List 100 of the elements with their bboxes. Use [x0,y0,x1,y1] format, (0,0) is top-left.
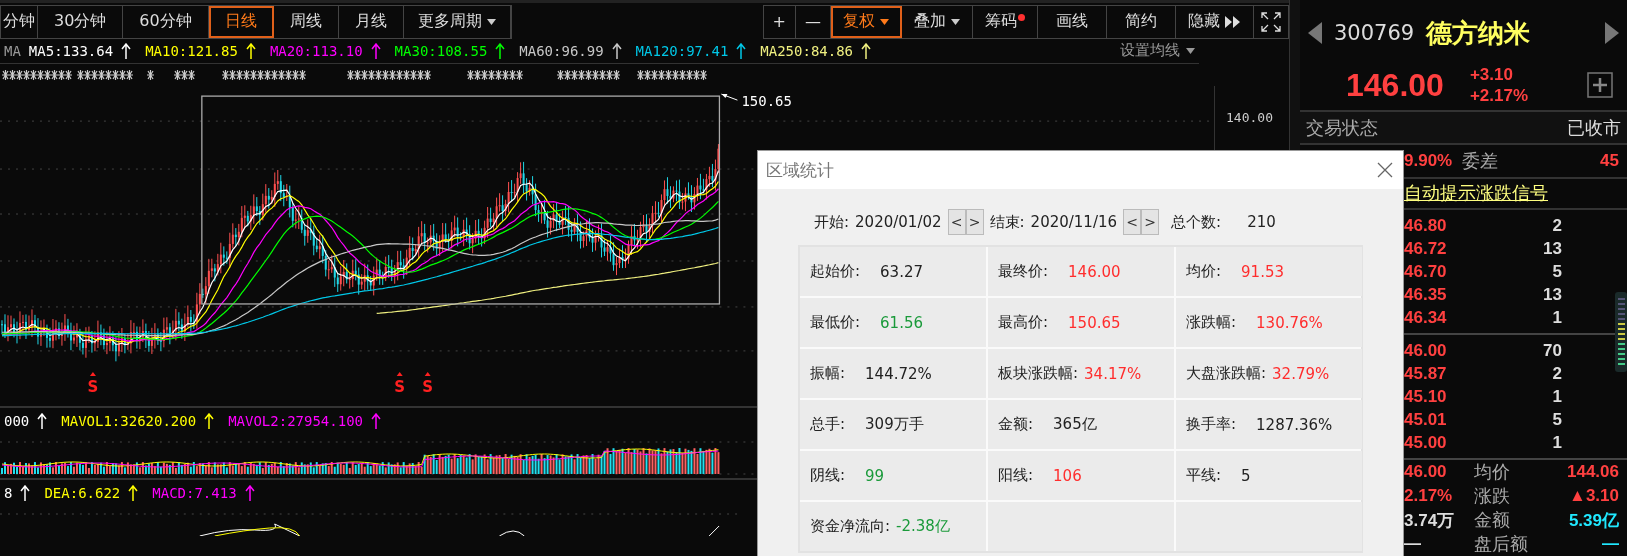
ask-volume: 2 [1552,215,1562,236]
stat-value: 365亿 [1053,415,1097,434]
quote-stat-value: 2.17% [1404,486,1454,506]
stat-value: -2.38亿 [896,517,950,536]
moving-average-value: MA5:133.64 [28,42,114,59]
indicator-name: MA [4,42,21,59]
bid-ask-diff-label: 委差 [1462,148,1499,173]
quote-stat-value: 144.06 [1567,462,1619,482]
close-icon[interactable] [1377,162,1393,178]
indicator-value: MAVOL1:32620.200 [61,413,197,429]
up-arrow-icon [371,413,381,429]
indicator-value: MAVOL2:27954.100 [228,413,363,429]
stat-label: 起始价: [810,262,861,281]
up-arrow-icon [370,42,381,59]
bid-price: 45.10 [1404,386,1447,407]
up-arrow-icon [245,42,256,59]
indicator-value: DEA:6.622 [44,485,121,501]
stat-label: 均价: [1186,262,1222,281]
up-arrow-icon [204,413,215,429]
moving-average-value: MA30:108.55 [394,42,488,59]
caret-icon [880,18,889,25]
quote-stat-label: 涨跌 [1474,484,1510,508]
up-arrow-icon [128,485,139,501]
stat-value: 5 [1241,466,1251,485]
bid-volume: 5 [1552,409,1562,430]
bid-volume: 2 [1552,363,1562,384]
stat-label: 最低价: [810,313,861,332]
moving-average-value: MA20:113.10 [269,42,363,59]
stat-label: 阳线: [998,466,1034,485]
caret-icon [951,18,960,25]
ask-volume: 5 [1552,261,1562,282]
ask-price: 46.34 [1404,307,1447,328]
bid-price: 46.00 [1404,340,1447,361]
moving-average-value: MA120:97.41 [635,42,729,59]
indicator-value: 000 [4,413,30,429]
toolbar-tab[interactable]: 复权 [831,5,902,38]
up-arrow-icon [611,42,622,59]
stat-value: 99 [865,466,885,485]
end-date: 2020/11/16 [1030,213,1118,231]
bid-volume: 70 [1543,340,1562,361]
leader-line [720,93,738,101]
stock-code: 300769 [1334,21,1415,46]
ma-settings-dropdown[interactable]: 设置均线 [1120,41,1195,60]
stat-value: 61.56 [880,313,923,332]
stat-value: 1287.36% [1256,415,1333,434]
quote-stat-label: 均价 [1474,460,1510,484]
previous-button[interactable]: < [1123,209,1142,235]
previous-button[interactable]: < [947,209,966,235]
stat-value: 309万手 [865,415,924,434]
stock-name: 德方纳米 [1426,16,1531,50]
count-value: 210 [1247,213,1276,231]
peak-price-label: 150.65 [741,93,792,110]
stat-value: 146.00 [1068,262,1121,281]
price-change-percent: +2.17% [1469,85,1528,107]
stat-value: 106 [1053,466,1082,485]
indicator-value: 8 [4,485,13,501]
stat-label: 板块涨跌幅: [998,364,1079,383]
quote-stat-value: — [1404,534,1422,554]
up-arrow-icon [20,485,31,501]
quote-stat-value: ▲3.10 [1569,486,1619,506]
stat-label: 资金净流向: [810,517,891,536]
up-arrow-icon [121,42,132,59]
double-arrow-icon [1225,15,1241,28]
right-triangle-icon[interactable] [1605,22,1619,45]
axis-price-label: 140.00 [1226,110,1273,126]
toolbar-tab[interactable]: 日线 [208,5,274,38]
price-change: +3.10 [1469,64,1514,86]
caret-icon [1186,47,1195,54]
bid-volume: 1 [1552,432,1562,453]
trading-status: 已收市 [1567,115,1621,140]
end-label: 结束: [989,212,1025,232]
left-triangle-icon[interactable] [1308,22,1322,45]
stat-value: 150.65 [1068,313,1121,332]
toolbar-tab[interactable]: 分钟 [1,5,38,38]
start-label: 开始: [814,212,850,232]
stat-label: 总手: [810,415,846,434]
ask-price: 46.80 [1404,215,1447,236]
stat-value: 144.72% [865,364,932,383]
quote-stat-label: 盘后额 [1474,532,1528,556]
stat-value: 63.27 [880,262,923,281]
up-arrow-icon [244,485,255,501]
moving-average-value: MA60:96.99 [519,42,604,59]
next-button[interactable]: > [1141,209,1160,235]
stat-label: 金额: [998,415,1034,434]
start-date: 2020/01/02 [855,213,942,231]
up-arrow-icon [37,413,48,429]
up-arrow-icon [861,42,872,59]
ask-volume: 1 [1552,307,1562,328]
bid-ask-diff: 45 [1600,150,1619,171]
signal-alert-link[interactable]: 自动提示涨跌信号 [1404,181,1548,206]
stat-label: 换手率: [1186,415,1237,434]
stat-label: 振幅: [810,364,846,383]
quote-stat-label: 金额 [1474,508,1510,532]
moving-average-value: MA10:121.85 [145,42,238,59]
stat-label: 大盘涨跌幅: [1186,364,1267,383]
stat-label: 最高价: [998,313,1049,332]
quote-stat-value: — [1602,534,1619,554]
add-icon[interactable] [1587,72,1613,99]
stat-value: 91.53 [1241,262,1284,281]
stat-value: 34.17% [1084,364,1142,383]
